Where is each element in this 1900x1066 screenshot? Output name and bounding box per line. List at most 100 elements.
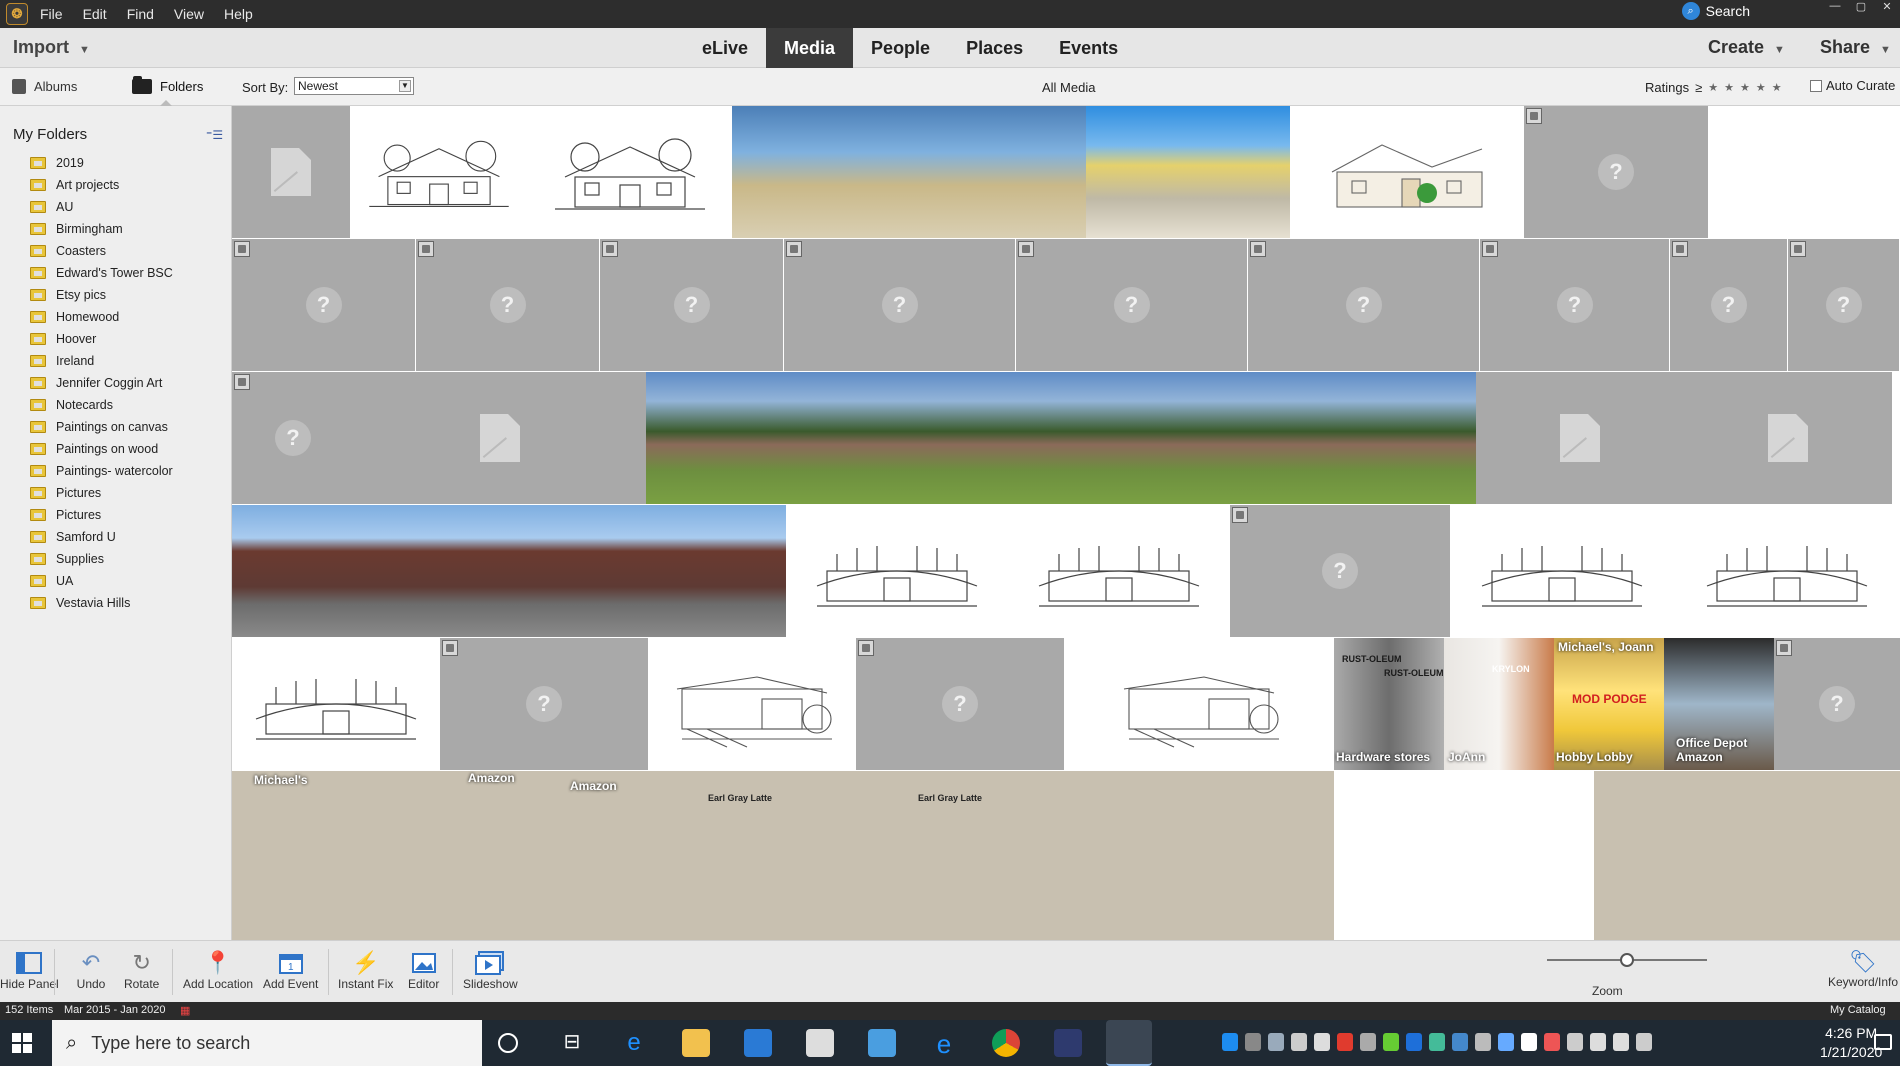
media-thumbnail[interactable] [1476,372,1684,504]
add-event-button[interactable]: 1 Add Event [263,949,318,991]
menu-view[interactable]: View [174,6,204,22]
media-thumbnail[interactable] [1064,771,1334,940]
add-location-button[interactable]: 📍 Add Location [183,949,253,991]
media-thumbnail[interactable]: ? [416,239,599,371]
app-tray-icon[interactable] [1498,1033,1514,1051]
media-thumbnail[interactable]: ? [784,239,1015,371]
folder-item[interactable]: Paintings on canvas [30,416,173,438]
app-tray-icon[interactable] [1475,1033,1491,1051]
media-thumbnail[interactable] [648,638,856,770]
media-thumbnail[interactable]: Office Depot Amazon [1664,638,1774,770]
media-thumbnail[interactable] [232,106,350,238]
media-thumbnail[interactable]: ? [856,638,1064,770]
folder-item[interactable]: 2019 [30,152,173,174]
elements-editor-icon[interactable] [1054,1029,1082,1057]
media-thumbnail[interactable]: ? [1670,239,1787,371]
sort-dropdown[interactable]: Newest ▼ [294,77,414,95]
folder-item[interactable]: Etsy pics [30,284,173,306]
auto-curate-toggle[interactable]: Auto Curate [1810,78,1895,93]
media-thumbnail[interactable] [354,372,646,504]
store-icon[interactable] [744,1029,772,1057]
media-thumbnail[interactable] [1008,505,1230,637]
tab-elive[interactable]: eLive [684,28,766,68]
media-thumbnail[interactable]: Amazon [440,771,544,940]
menu-help[interactable]: Help [224,6,253,22]
volume-icon[interactable] [1613,1033,1629,1051]
keyword-info-button[interactable]: 🏷 Keyword/Info [1828,949,1898,989]
star-icon[interactable]: ★ [1724,81,1734,94]
media-thumbnail[interactable] [854,372,1062,504]
media-thumbnail[interactable] [232,505,508,637]
media-thumbnail[interactable]: Michael's, Joann MOD PODGE Hobby Lobby [1554,638,1664,770]
create-button[interactable]: Create ▼ [1708,37,1785,58]
folder-item[interactable]: Jennifer Coggin Art [30,372,173,394]
media-thumbnail[interactable]: ? [1774,638,1900,770]
file-explorer-icon[interactable] [682,1029,710,1057]
chrome-icon[interactable] [992,1029,1020,1057]
network-icon[interactable] [1268,1033,1284,1051]
media-thumbnail[interactable]: ? [232,372,354,504]
media-thumbnail[interactable]: ? [600,239,783,371]
nvidia-icon[interactable] [1383,1033,1399,1051]
elements-organizer-taskbar-icon[interactable] [1106,1020,1152,1066]
media-thumbnail[interactable]: ? [1480,239,1669,371]
folder-item[interactable]: Coasters [30,240,173,262]
folder-item[interactable]: Paintings on wood [30,438,173,460]
media-thumbnail[interactable] [646,372,854,504]
mail-icon[interactable] [806,1029,834,1057]
catalog-name[interactable]: My Catalog [1830,1004,1886,1016]
media-thumbnail[interactable]: ? [1016,239,1247,371]
cortana-icon[interactable] [498,1033,518,1053]
media-thumbnail[interactable]: Earl Gray Latte [648,771,856,940]
folder-item[interactable]: Supplies [30,548,173,570]
folder-item[interactable]: Homewood [30,306,173,328]
tab-media[interactable]: Media [766,28,854,68]
media-thumbnail[interactable] [1086,106,1290,238]
bluetooth-icon[interactable] [1406,1033,1422,1051]
windows-start-icon[interactable] [12,1033,32,1053]
media-thumbnail[interactable]: ? [1230,505,1450,637]
app-tray-icon[interactable] [1452,1033,1468,1051]
internet-explorer-icon[interactable]: e [930,1029,958,1059]
microphone-icon[interactable] [1291,1033,1307,1051]
skype-icon[interactable] [1222,1033,1238,1051]
share-button[interactable]: Share ▼ [1820,37,1891,58]
media-thumbnail[interactable] [1768,771,1900,940]
folder-item[interactable]: Hoover [30,328,173,350]
media-thumbnail[interactable] [336,771,440,940]
link-icon[interactable] [1245,1033,1261,1051]
media-thumbnail[interactable] [350,106,528,238]
minimize-icon[interactable]: — [1822,0,1848,12]
editor-button[interactable]: Editor [408,949,439,991]
media-thumbnail[interactable] [1594,771,1768,940]
zoom-thumb[interactable] [1620,953,1634,967]
folders-tab[interactable]: Folders [132,76,203,94]
media-thumbnail[interactable] [1290,106,1524,238]
media-thumbnail[interactable]: KRYLON JoAnn [1444,638,1554,770]
maximize-icon[interactable]: ▢ [1848,0,1874,13]
media-thumbnail[interactable] [1684,372,1892,504]
close-icon[interactable]: ✕ [1874,0,1900,13]
media-thumbnail[interactable] [508,505,786,637]
menu-file[interactable]: File [40,6,63,22]
app-tray-icon[interactable] [1337,1033,1353,1051]
folder-item[interactable]: Paintings- watercolor [30,460,173,482]
folder-item[interactable]: UA [30,570,173,592]
folder-item[interactable]: Vestavia Hills [30,592,173,614]
media-thumbnail[interactable]: ? [1248,239,1479,371]
notification-icon[interactable] [1874,1034,1892,1050]
tab-events[interactable]: Events [1041,28,1136,68]
wifi-icon[interactable] [1590,1033,1606,1051]
ratings-operator[interactable]: ≥ [1695,80,1702,95]
undo-button[interactable]: ↶ Undo [76,949,106,991]
auto-curate-checkbox[interactable] [1810,79,1822,92]
search-button[interactable]: ⌕ Search [1681,2,1750,20]
tab-places[interactable]: Places [948,28,1041,68]
security-icon[interactable] [1521,1033,1537,1051]
media-thumbnail[interactable] [1674,505,1900,637]
media-thumbnail[interactable] [1708,106,1900,238]
instant-fix-button[interactable]: ⚡ Instant Fix [338,949,393,991]
star-icon[interactable]: ★ [1708,81,1718,94]
menu-edit[interactable]: Edit [83,6,107,22]
star-icon[interactable]: ★ [1756,81,1766,94]
